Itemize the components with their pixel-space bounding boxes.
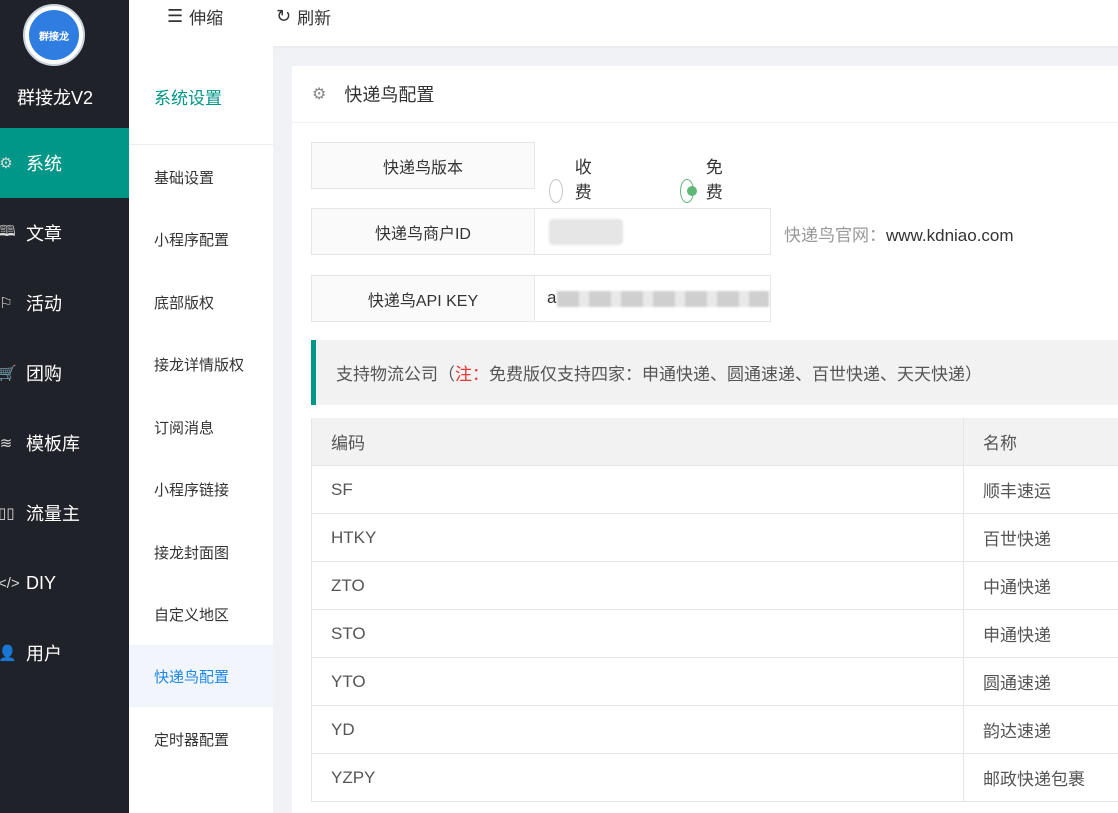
table-row: SF 顺丰速运	[311, 466, 1118, 514]
refresh-icon: ↻	[276, 5, 292, 26]
subnav-item-timer[interactable]: 定时器配置	[129, 708, 273, 770]
subnav-item-links[interactable]: 小程序链接	[129, 458, 273, 520]
apikey-input[interactable]: a	[534, 275, 771, 322]
app-logo[interactable]: 群接龙	[23, 4, 85, 66]
cell-code: ZTO	[311, 562, 964, 609]
radio-circle-checked	[680, 178, 697, 203]
nav-item-system[interactable]: ⚙ 系统	[0, 128, 129, 198]
note-red: 注：	[455, 365, 489, 384]
subnav-item-miniprogram[interactable]: 小程序配置	[129, 208, 273, 270]
nav-item-label: 团购	[26, 364, 62, 384]
cell-code: YZPY	[311, 754, 964, 801]
website-link[interactable]: www.kdniao.com	[886, 226, 1014, 245]
flag-icon: ⚐	[0, 295, 13, 312]
logo-text: 群接龙	[29, 10, 79, 60]
nav-item-article[interactable]: 🕮 文章	[0, 198, 129, 268]
subnav-item-footer-copyright[interactable]: 底部版权	[129, 271, 273, 333]
card-header: ⚙ 快递鸟配置	[292, 66, 1118, 123]
settings-subnav: 系统设置 基础设置 小程序配置 底部版权 接龙详情版权 订阅消息 小程序链接 接…	[129, 46, 273, 813]
main-sidebar: 群接龙 群接龙V2 ⚙ 系统 🕮 文章 ⚐ 活动 🛒 团购 ≋ 模板库 ▯▯ 流…	[0, 0, 129, 813]
header-code: 编码	[311, 418, 964, 465]
cell-name: 百世快递	[983, 530, 1051, 549]
cell-name: 韵达速递	[983, 722, 1051, 741]
cell-code: HTKY	[311, 514, 964, 561]
divider	[129, 144, 273, 145]
refresh-button[interactable]: ↻ 刷新	[276, 4, 331, 28]
subnav-item-subscribe[interactable]: 订阅消息	[129, 396, 273, 458]
nav-item-traffic[interactable]: ▯▯ 流量主	[0, 478, 129, 548]
table-row: YTO 圆通速递	[311, 658, 1118, 706]
apikey-label: 快递鸟API KEY	[311, 275, 535, 322]
merchant-label: 快递鸟商户ID	[311, 208, 535, 255]
note-prefix: 支持物流公司（	[336, 365, 455, 384]
radio-circle	[549, 178, 563, 203]
top-header: ☰ 伸缩 ↻ 刷新	[129, 0, 1118, 46]
table-row: YZPY 邮政快递包裹	[311, 754, 1118, 802]
header-name: 名称	[983, 434, 1017, 453]
blurred-value	[557, 291, 769, 307]
cell-name: 顺丰速运	[983, 482, 1051, 501]
columns-icon: ▯▯	[0, 505, 15, 522]
nav-item-diy[interactable]: </> DIY	[0, 548, 129, 618]
nav-item-templates[interactable]: ≋ 模板库	[0, 408, 129, 478]
nav-item-label: 模板库	[26, 434, 80, 454]
support-note: 支持物流公司（ 注： 免费版仅支持四家：申通快递、圆通速递、百世快递、天天快递）	[311, 340, 1118, 405]
blurred-value	[549, 219, 623, 245]
subnav-item-detail-copyright[interactable]: 接龙详情版权	[129, 333, 273, 395]
subnav-item-region[interactable]: 自定义地区	[129, 583, 273, 645]
subnav-item-kdniao[interactable]: 快递鸟配置	[129, 645, 273, 707]
note-text: 免费版仅支持四家：申通快递、圆通速递、百世快递、天天快递）	[489, 365, 982, 384]
subnav-item-cover[interactable]: 接龙封面图	[129, 521, 273, 583]
collapse-label: 伸缩	[189, 8, 224, 28]
table-row: ZTO 中通快递	[311, 562, 1118, 610]
apikey-prefix: a	[547, 288, 557, 307]
nav-item-groupbuy[interactable]: 🛒 团购	[0, 338, 129, 408]
layers-icon: ≋	[0, 435, 13, 452]
cell-name: 申通快递	[983, 626, 1051, 645]
code-icon: </>	[0, 574, 20, 592]
carrier-table: 编码 名称 SF 顺丰速运 HTKY 百世快递 ZTO 中通快递 STO 申通快…	[311, 418, 1118, 802]
cell-code: YTO	[311, 658, 964, 705]
nav-item-label: 活动	[26, 294, 62, 314]
cell-name: 中通快递	[983, 578, 1051, 597]
nav-item-label: 用户	[26, 644, 62, 664]
table-row: YD 韵达速递	[311, 706, 1118, 754]
nav-item-label: 流量主	[26, 504, 80, 524]
cell-code: SF	[311, 466, 964, 513]
config-card: ⚙ 快递鸟配置 快递鸟版本 收费版 免费版 快递鸟商户ID 快递鸟官网：www.…	[292, 66, 1118, 813]
table-row: STO 申通快递	[311, 610, 1118, 658]
website-hint: 快递鸟官网：www.kdniao.com	[784, 221, 1014, 246]
cell-code: YD	[311, 706, 964, 753]
nav-item-activity[interactable]: ⚐ 活动	[0, 268, 129, 338]
book-icon: 🕮	[0, 222, 16, 240]
collapse-button[interactable]: ☰ 伸缩	[167, 4, 223, 28]
version-label: 快递鸟版本	[311, 142, 535, 189]
indent-icon: ☰	[167, 5, 184, 26]
nav-item-label: 系统	[26, 154, 62, 174]
cell-code: STO	[311, 610, 964, 657]
gear-icon: ⚙	[0, 155, 13, 172]
table-row: HTKY 百世快递	[311, 514, 1118, 562]
nav-item-users[interactable]: 👤 用户	[0, 618, 129, 688]
website-label: 快递鸟官网：	[784, 226, 886, 245]
cart-icon: 🛒	[0, 365, 17, 382]
nav-item-label: DIY	[26, 572, 57, 593]
card-title: 快递鸟配置	[344, 85, 435, 105]
merchant-id-input[interactable]	[534, 208, 771, 255]
nav-item-label: 文章	[26, 224, 62, 244]
user-icon: 👤	[0, 645, 17, 662]
subnav-title: 系统设置	[154, 89, 222, 108]
brand-name: 群接龙V2	[16, 88, 94, 108]
gear-icon: ⚙	[312, 86, 327, 103]
cell-name: 邮政快递包裹	[983, 770, 1085, 789]
refresh-label: 刷新	[297, 8, 332, 28]
subnav-item-basic[interactable]: 基础设置	[129, 146, 273, 208]
table-header: 编码 名称	[311, 418, 1118, 466]
cell-name: 圆通速递	[983, 674, 1051, 693]
